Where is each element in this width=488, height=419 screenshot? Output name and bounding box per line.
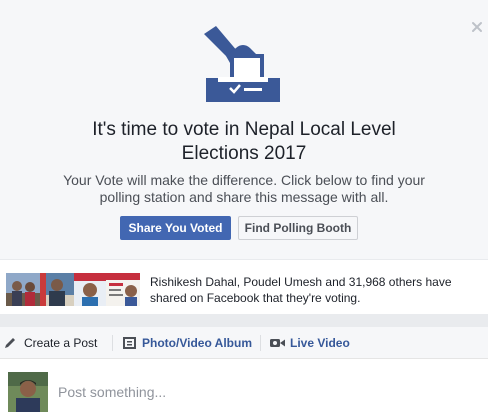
voters-count-text: Rishikesh Dahal, Poudel Umesh and 31,968…: [150, 274, 480, 306]
avatar[interactable]: [8, 372, 48, 412]
friend-photo-thumbnail[interactable]: [40, 273, 74, 306]
video-camera-icon: [270, 337, 285, 349]
friends-thumbnails: [6, 273, 140, 306]
social-proof-row: Rishikesh Dahal, Poudel Umesh and 31,968…: [0, 259, 488, 314]
close-icon[interactable]: [470, 20, 484, 34]
section-divider: [0, 314, 488, 327]
tab-photo-video-album[interactable]: Photo/Video Album: [123, 335, 253, 351]
promo-description: Your Vote will make the difference. Clic…: [0, 172, 488, 206]
tab-separator: [112, 335, 113, 351]
post-composer: [0, 359, 488, 419]
pencil-icon: [4, 337, 17, 349]
friend-photo-thumbnail[interactable]: [106, 273, 140, 306]
headline-line-1: It's time to vote in Nepal Local Level: [92, 119, 396, 140]
tab-label: Live Video: [290, 336, 350, 350]
page-title: It's time to vote in Nepal Local Level E…: [0, 118, 488, 166]
photo-album-icon: [123, 337, 136, 349]
vote-promo-card: It's time to vote in Nepal Local Level E…: [0, 0, 488, 259]
headline-line-2: Elections 2017: [181, 143, 307, 164]
subtext-line-1: Your Vote will make the difference. Clic…: [63, 172, 425, 188]
social-text-line-1: Rishikesh Dahal, Poudel Umesh and 31,968…: [150, 275, 452, 289]
tab-live-video[interactable]: Live Video: [270, 335, 356, 351]
tab-create-post[interactable]: Create a Post: [4, 335, 104, 351]
tab-separator: [260, 335, 261, 351]
subtext-line-2: polling station and share this message w…: [99, 189, 389, 205]
friend-photo-thumbnail[interactable]: [6, 273, 40, 306]
find-polling-booth-button[interactable]: Find Polling Booth: [238, 216, 358, 240]
share-you-voted-button[interactable]: Share You Voted: [120, 216, 231, 240]
tab-label: Photo/Video Album: [142, 336, 252, 350]
composer-tabs: Create a Post Photo/Video Album Live Vid…: [0, 327, 488, 359]
post-input[interactable]: [58, 383, 458, 401]
tab-label: Create a Post: [24, 336, 98, 350]
social-text-line-2: shared on Facebook that they're voting.: [150, 291, 361, 305]
ballot-box-icon: [196, 22, 286, 106]
friend-photo-thumbnail[interactable]: [74, 273, 106, 306]
